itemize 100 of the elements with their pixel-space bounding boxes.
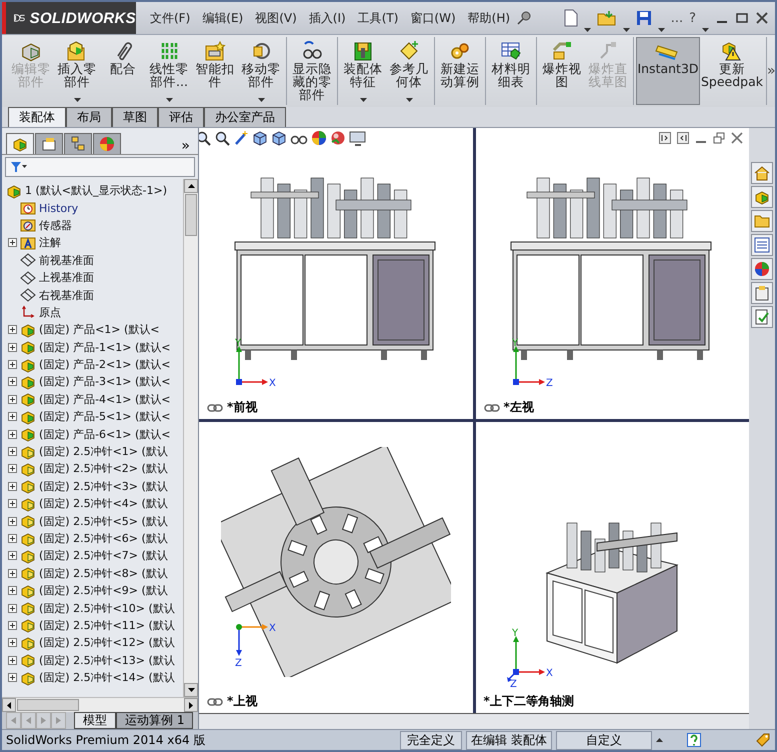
model-tab[interactable]: 运动算例 1: [116, 712, 194, 729]
monitor-icon[interactable]: [349, 130, 367, 146]
viewport[interactable]: X Z *上视: [199, 422, 472, 713]
color-ball-icon[interactable]: [311, 130, 327, 146]
feature-tree-tab[interactable]: [6, 133, 34, 154]
task-pane-button[interactable]: [751, 162, 773, 184]
menu-item[interactable]: 文件(F): [144, 2, 196, 34]
expand-button[interactable]: [8, 360, 17, 370]
tree-item[interactable]: 原点: [39, 304, 61, 320]
scrollbar-thumb[interactable]: [17, 699, 79, 711]
scrollbar[interactable]: [2, 697, 198, 712]
save-icon[interactable]: [636, 10, 652, 26]
tree-item[interactable]: (固定) 2.5冲针<6> (默认: [39, 531, 168, 546]
command-tab[interactable]: 草图: [112, 107, 158, 127]
caret-icon[interactable]: [258, 98, 264, 102]
toolbar-button[interactable]: 装配体特征: [340, 37, 386, 105]
more-button[interactable]: »: [767, 63, 775, 79]
tree-item[interactable]: 前视基准面: [39, 252, 94, 268]
toolbar-button[interactable]: 智能扣件: [192, 37, 238, 105]
arrow-down-icon[interactable]: [188, 688, 194, 692]
caret-icon[interactable]: [584, 28, 591, 32]
tree-item[interactable]: 右视基准面: [39, 288, 94, 303]
toolbar-button[interactable]: 线性零部件...: [146, 37, 192, 105]
command-tab[interactable]: 布局: [66, 107, 112, 127]
expand-button[interactable]: [8, 464, 17, 474]
tree-item[interactable]: (固定) 产品-2<1> (默认<: [39, 357, 170, 372]
expand-button[interactable]: [8, 482, 17, 491]
tree-item[interactable]: (固定) 产品-5<1> (默认<: [39, 409, 170, 424]
link-icon[interactable]: [484, 402, 500, 412]
expand-button[interactable]: [8, 238, 17, 248]
expand-button[interactable]: [8, 377, 17, 386]
model-tab[interactable]: 模型: [74, 712, 116, 729]
scrollbar[interactable]: [183, 179, 198, 697]
tree-item[interactable]: (固定) 2.5冲针<7> (默认: [39, 548, 168, 564]
task-pane-button[interactable]: [751, 282, 773, 304]
tree-item[interactable]: (固定) 2.5冲针<14> (默认: [39, 670, 175, 686]
tree-item[interactable]: (固定) 2.5冲针<5> (默认: [39, 514, 168, 529]
toolbar-button[interactable]: 移动零部件: [238, 37, 284, 105]
toolbar-button[interactable]: 显示隐藏的零部件: [289, 37, 335, 105]
tree-item[interactable]: (固定) 2.5冲针<4> (默认: [39, 496, 168, 512]
viewport[interactable]: Y X Z *上下二等角轴测: [476, 422, 749, 713]
toolbar-button[interactable]: 新建运动算例: [437, 37, 483, 105]
tree-item[interactable]: (固定) 2.5冲针<11> (默认: [39, 618, 175, 633]
filter-field[interactable]: [5, 157, 195, 177]
expand-button[interactable]: [8, 516, 17, 526]
display-tab[interactable]: [93, 133, 121, 154]
expand-button[interactable]: [8, 342, 17, 352]
toolbar-button[interactable]: 材料明细表: [488, 37, 534, 105]
caret-icon[interactable]: [702, 28, 709, 32]
expand-button[interactable]: [8, 620, 17, 630]
toolbar-button[interactable]: 爆炸视图: [539, 37, 585, 105]
scrollbar-thumb[interactable]: [185, 194, 197, 236]
toolbar-button[interactable]: 插入零部件: [54, 37, 100, 105]
caret-icon[interactable]: [622, 28, 630, 32]
close-icon[interactable]: [731, 132, 743, 144]
restore-icon[interactable]: [713, 132, 725, 144]
tree-item[interactable]: (固定) 2.5冲针<12> (默认: [39, 635, 175, 650]
expand-button[interactable]: [8, 656, 17, 665]
toolbar-button[interactable]: Instant3D: [636, 37, 700, 105]
more-options[interactable]: ...: [670, 10, 684, 26]
expand-button[interactable]: [8, 325, 17, 334]
caret-icon[interactable]: [360, 98, 366, 102]
arrow-left-icon[interactable]: [7, 702, 11, 708]
task-pane-button[interactable]: [751, 234, 773, 256]
help-icon[interactable]: [687, 733, 701, 747]
maximize-icon[interactable]: [735, 11, 749, 25]
expand-panel-button[interactable]: »: [181, 138, 194, 154]
configuration-tab[interactable]: [64, 133, 92, 154]
tree-item[interactable]: (固定) 产品-3<1> (默认<: [39, 374, 170, 390]
task-pane-button[interactable]: [751, 186, 773, 208]
tree-item[interactable]: (固定) 2.5冲针<10> (默认: [39, 600, 175, 616]
tree-item[interactable]: (固定) 2.5冲针<13> (默认: [39, 652, 175, 668]
magnifier-icon[interactable]: [214, 130, 230, 146]
help-button[interactable]: ?: [689, 10, 696, 26]
tree-item[interactable]: (固定) 2.5冲针<2> (默认: [39, 461, 168, 476]
task-pane-button[interactable]: [751, 258, 773, 280]
task-pane-button[interactable]: [751, 306, 773, 328]
expand-button[interactable]: [8, 447, 17, 456]
section-cube-icon[interactable]: [252, 130, 268, 146]
tree-item[interactable]: (固定) 2.5冲针<9> (默认: [39, 583, 168, 598]
menu-item[interactable]: 工具(T): [352, 2, 404, 34]
caret-icon[interactable]: [74, 98, 80, 102]
expand-button[interactable]: [8, 638, 17, 648]
new-document-icon[interactable]: [564, 9, 578, 27]
command-tab[interactable]: 评估: [158, 107, 204, 127]
tree-item[interactable]: (固定) 2.5冲针<1> (默认: [39, 444, 168, 460]
expand-button[interactable]: [8, 604, 17, 613]
sphere-icon[interactable]: [330, 130, 346, 146]
expand-button[interactable]: [8, 430, 17, 439]
menu-item[interactable]: 帮助(H): [462, 2, 516, 34]
tree-item[interactable]: (固定) 产品-4<1> (默认<: [39, 392, 170, 407]
expand-button[interactable]: [8, 586, 17, 596]
tree-item[interactable]: (固定) 产品<1> (默认<: [39, 322, 160, 338]
arrow-up-icon[interactable]: [188, 184, 194, 188]
menu-item[interactable]: 插入(I): [302, 2, 352, 34]
wand-icon[interactable]: [233, 130, 249, 146]
expand-button[interactable]: [8, 568, 17, 578]
tree-item[interactable]: 1 (默认<默认_显示状态-1>): [25, 183, 167, 198]
link-icon[interactable]: [207, 402, 223, 412]
pin-icon[interactable]: [516, 10, 532, 26]
